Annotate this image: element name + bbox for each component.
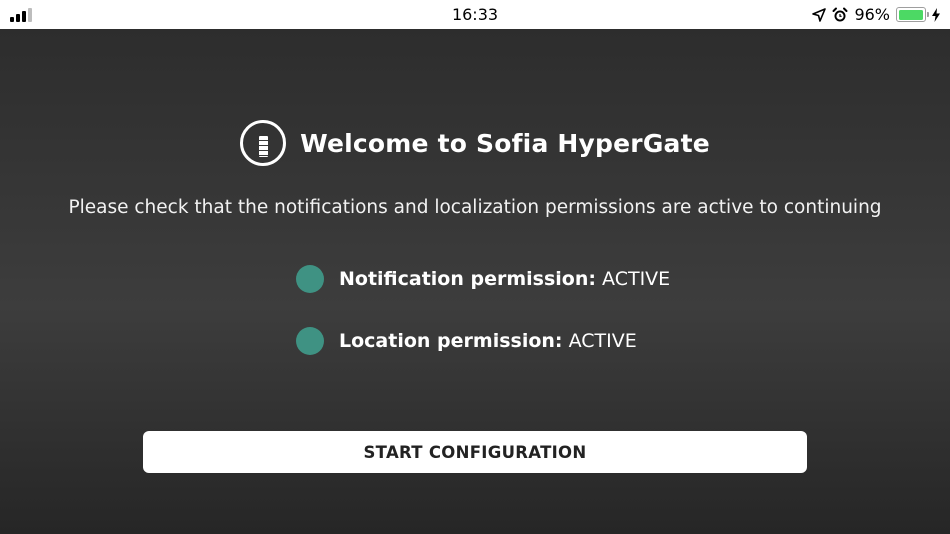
- notification-permission-status: ACTIVE: [602, 268, 671, 290]
- welcome-header: Welcome to Sofia HyperGate: [0, 120, 950, 166]
- location-permission-label: Location permission:: [339, 330, 563, 352]
- battery-icon: [896, 7, 929, 22]
- hypergate-logo-icon: [240, 120, 287, 166]
- notification-permission-label: Notification permission:: [339, 268, 596, 290]
- notification-permission-row: Notification permission: ACTIVE: [296, 265, 670, 293]
- status-bar: 16:33 96%: [0, 0, 950, 29]
- battery-level-fill: [898, 9, 923, 20]
- location-status-dot-icon: [296, 327, 324, 355]
- permissions-instructions: Please check that the notifications and …: [68, 197, 882, 218]
- start-configuration-button[interactable]: START CONFIGURATION: [143, 431, 807, 473]
- location-permission-row: Location permission: ACTIVE: [296, 327, 637, 355]
- welcome-screen: Welcome to Sofia HyperGate Please check …: [0, 29, 950, 534]
- location-permission-status: ACTIVE: [568, 330, 637, 352]
- page-title: Welcome to Sofia HyperGate: [300, 128, 710, 158]
- status-time: 16:33: [451, 5, 499, 24]
- notification-status-dot-icon: [296, 265, 324, 293]
